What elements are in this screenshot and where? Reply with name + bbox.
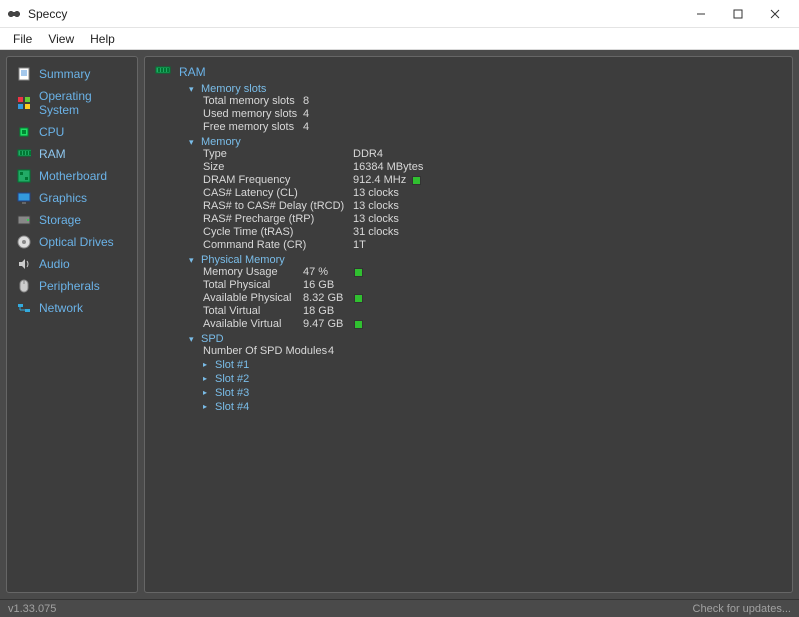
slot-1-link[interactable]: ▸Slot #1 — [203, 358, 782, 372]
sidebar-label: Operating System — [39, 89, 127, 117]
main-panel: RAM ▾Memory slots Total memory slots8 Us… — [144, 56, 793, 593]
sidebar-item-ram[interactable]: RAM — [7, 143, 137, 165]
section-memory-slots[interactable]: ▾Memory slots — [189, 83, 782, 95]
sidebar-label: Network — [39, 301, 83, 315]
sidebar-item-storage[interactable]: Storage — [7, 209, 137, 231]
slot-4-link[interactable]: ▸Slot #4 — [203, 400, 782, 414]
ram-icon — [17, 147, 31, 161]
version-label: v1.33.075 — [8, 603, 56, 615]
row-dram-freq: DRAM Frequency912.4 MHz — [203, 174, 782, 187]
status-indicator-icon — [354, 294, 363, 303]
sidebar-label: CPU — [39, 125, 64, 139]
slot-3-link[interactable]: ▸Slot #3 — [203, 386, 782, 400]
mouse-icon — [17, 279, 31, 293]
row-ras-precharge: RAS# Precharge (tRP)13 clocks — [203, 213, 782, 226]
row-avail-virtual: Available Virtual9.47 GB — [203, 318, 782, 331]
motherboard-icon — [17, 169, 31, 183]
minimize-button[interactable] — [683, 3, 719, 25]
panel-title: RAM — [179, 65, 206, 79]
expand-icon: ▸ — [203, 386, 211, 400]
cpu-icon — [17, 125, 31, 139]
sidebar-label: Storage — [39, 213, 81, 227]
expand-icon: ▸ — [203, 358, 211, 372]
row-cycle-time: Cycle Time (tRAS)31 clocks — [203, 226, 782, 239]
collapse-icon: ▾ — [189, 84, 197, 95]
sidebar-item-audio[interactable]: Audio — [7, 253, 137, 275]
collapse-icon: ▾ — [189, 255, 197, 266]
speaker-icon — [17, 257, 31, 271]
row-spd-modules: Number Of SPD Modules4 — [203, 345, 782, 358]
sidebar-label: Audio — [39, 257, 70, 271]
row-ras-cas-delay: RAS# to CAS# Delay (tRCD)13 clocks — [203, 200, 782, 213]
sidebar-item-peripherals[interactable]: Peripherals — [7, 275, 137, 297]
sidebar-item-network[interactable]: Network — [7, 297, 137, 319]
slot-2-link[interactable]: ▸Slot #2 — [203, 372, 782, 386]
status-indicator-icon — [412, 176, 421, 185]
menubar: File View Help — [0, 28, 799, 50]
status-indicator-icon — [354, 320, 363, 329]
menu-file[interactable]: File — [5, 30, 40, 48]
sidebar-item-summary[interactable]: Summary — [7, 63, 137, 85]
row-used-slots: Used memory slots4 — [203, 108, 782, 121]
status-indicator-icon — [354, 268, 363, 277]
maximize-button[interactable] — [720, 3, 756, 25]
windows-icon — [17, 96, 31, 110]
collapse-icon: ▾ — [189, 137, 197, 148]
ram-icon — [155, 65, 171, 79]
client-area: Summary Operating System CPU RAM Motherb… — [0, 50, 799, 599]
sidebar-item-os[interactable]: Operating System — [7, 85, 137, 121]
titlebar: Speccy — [0, 0, 799, 28]
sidebar-label: Optical Drives — [39, 235, 114, 249]
network-icon — [17, 301, 31, 315]
check-updates-link[interactable]: Check for updates... — [693, 603, 791, 615]
row-avail-physical: Available Physical8.32 GB — [203, 292, 782, 305]
section-spd[interactable]: ▾SPD — [189, 333, 782, 345]
sidebar-item-cpu[interactable]: CPU — [7, 121, 137, 143]
row-total-slots: Total memory slots8 — [203, 95, 782, 108]
app-icon — [6, 6, 22, 22]
monitor-icon — [17, 191, 31, 205]
row-type: TypeDDR4 — [203, 148, 782, 161]
window-title: Speccy — [28, 7, 683, 21]
sidebar-item-motherboard[interactable]: Motherboard — [7, 165, 137, 187]
statusbar: v1.33.075 Check for updates... — [0, 599, 799, 617]
sidebar-label: Summary — [39, 67, 90, 81]
close-button[interactable] — [757, 3, 793, 25]
row-cas-latency: CAS# Latency (CL)13 clocks — [203, 187, 782, 200]
disc-icon — [17, 235, 31, 249]
sidebar-label: Peripherals — [39, 279, 100, 293]
section-memory[interactable]: ▾Memory — [189, 136, 782, 148]
sidebar-label: Graphics — [39, 191, 87, 205]
sidebar-item-optical[interactable]: Optical Drives — [7, 231, 137, 253]
sidebar-label: Motherboard — [39, 169, 107, 183]
collapse-icon: ▾ — [189, 334, 197, 345]
row-total-physical: Total Physical16 GB — [203, 279, 782, 292]
panel-heading: RAM — [155, 65, 782, 79]
sidebar-label: RAM — [39, 147, 66, 161]
menu-view[interactable]: View — [40, 30, 82, 48]
section-physical-memory[interactable]: ▾Physical Memory — [189, 254, 782, 266]
window-buttons — [683, 3, 793, 25]
expand-icon: ▸ — [203, 372, 211, 386]
document-icon — [17, 67, 31, 81]
row-size: Size16384 MBytes — [203, 161, 782, 174]
menu-help[interactable]: Help — [82, 30, 123, 48]
row-free-slots: Free memory slots4 — [203, 121, 782, 134]
row-total-virtual: Total Virtual18 GB — [203, 305, 782, 318]
row-command-rate: Command Rate (CR)1T — [203, 239, 782, 252]
sidebar: Summary Operating System CPU RAM Motherb… — [6, 56, 138, 593]
expand-icon: ▸ — [203, 400, 211, 414]
storage-icon — [17, 213, 31, 227]
sidebar-item-graphics[interactable]: Graphics — [7, 187, 137, 209]
row-mem-usage: Memory Usage47 % — [203, 266, 782, 279]
